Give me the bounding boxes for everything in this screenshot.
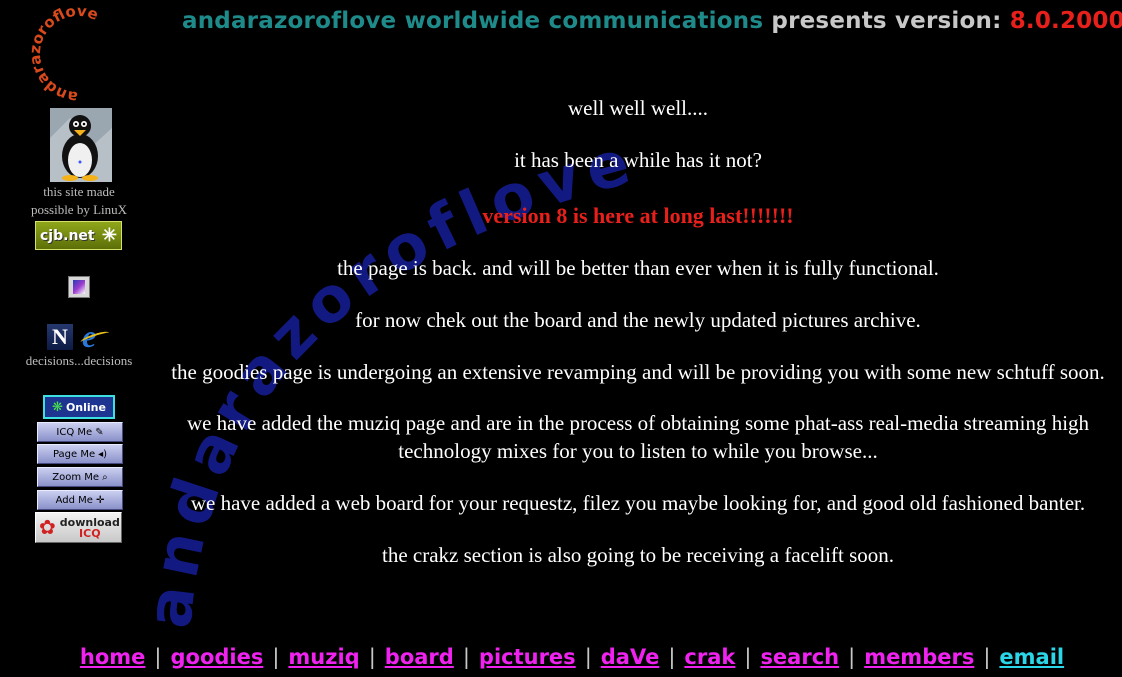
version-announcement: version 8 is here at long last!!!!!!! [482,203,794,228]
download-icq-label: ICQ [79,526,101,540]
board-pictures-line: for now chek out the board and the newly… [355,308,921,332]
cjb-label: cjb.net [40,227,95,244]
intro-line: well well well.... [568,96,708,120]
page-me-button[interactable]: Page Me ◂) [37,444,123,464]
linux-caption-line1: this site made [43,184,115,199]
small-image-icon[interactable] [68,276,90,298]
header-version: 8.0.2000 [1009,8,1122,34]
header-company: andarazoroflove worldwide communications [182,8,764,34]
nav-home[interactable]: home [80,645,146,669]
icq-online-label: Online [65,400,106,414]
crakz-line: the crakz section is also going to be re… [382,543,894,567]
nav-email[interactable]: email [999,645,1064,669]
svg-text:andarazoroflove: andarazoroflove [26,4,101,104]
add-me-button[interactable]: Add Me ✛ [37,490,123,510]
cjb-net-badge[interactable]: cjb.net ✳ [35,221,122,250]
nav-muziq[interactable]: muziq [288,645,359,669]
main-content: well well well.... it has been a while h… [160,92,1116,569]
web-board-line: we have added a web board for your reque… [190,491,1086,515]
linux-caption-line2: possible by LinuX [30,202,128,217]
zoom-me-button[interactable]: Zoom Me ⌕ [37,467,123,487]
zoom-me-label: Zoom Me [52,471,100,483]
nav-goodies[interactable]: goodies [170,645,263,669]
logo-text: andarazoroflove [26,4,101,104]
icq-me-label: ICQ Me [56,426,93,438]
ie-icon[interactable]: e [79,318,111,354]
header-presents: presents version: [771,8,1002,34]
icq-me-button[interactable]: ICQ Me ✎ [37,422,123,442]
icq-flower-download-icon: ✿ [39,516,56,539]
add-me-label: Add Me [55,494,93,506]
page-me-label: Page Me [52,448,96,460]
nav-members[interactable]: members [864,645,974,669]
icq-flower-icon: ❋ [52,399,63,414]
nav-crak[interactable]: crak [684,645,735,669]
andarazoroflove-logo[interactable]: andarazoroflove [26,4,130,104]
question-line: it has been a while has it not? [514,148,762,172]
nav-dave[interactable]: daVe [601,645,660,669]
browsers-caption: decisions...decisions [25,353,133,368]
nav-pictures[interactable]: pictures [479,645,576,669]
muziq-line: we have added the muziq page and are in … [186,411,1090,463]
netscape-icon[interactable]: N [47,324,73,350]
page-back-line: the page is back. and will be better tha… [337,256,939,280]
magnifier-icon: ⌕ [102,471,108,483]
nav-search[interactable]: search [760,645,839,669]
icq-online-badge[interactable]: ❋ Online [43,395,115,419]
download-icq-button[interactable]: ✿ download ICQ [35,512,122,543]
speaker-icon: ◂) [98,448,108,460]
nav-board[interactable]: board [385,645,454,669]
download-label: download [59,515,120,529]
plus-icon: ✛ [95,494,105,506]
bottom-nav: home | goodies | muziq | board | pictures | daVe | c… [79,645,1065,669]
goodies-line: the goodies page is undergoing an extens… [171,360,1105,384]
pencil-icon: ✎ [95,426,104,438]
linux-penguin-icon[interactable] [50,108,112,182]
asterisk-icon: ✳ [101,225,117,245]
sidebar: andarazoroflove this site made possible … [0,0,160,677]
site-header: andarazoroflove worldwide communications… [182,8,1122,34]
